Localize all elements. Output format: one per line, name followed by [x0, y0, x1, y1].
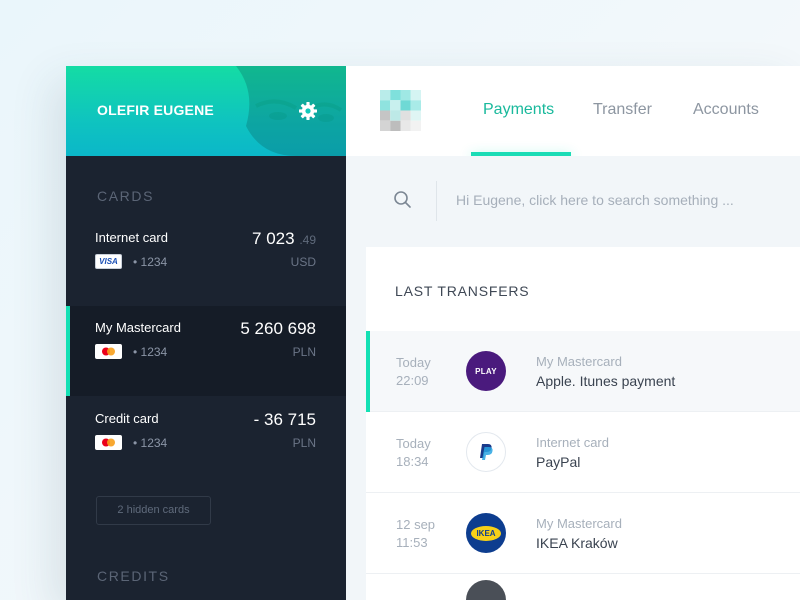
- card-currency: PLN: [292, 436, 316, 450]
- paypal-logo-icon: [466, 432, 506, 472]
- transfer-row[interactable]: Today 22:09 PLAY My Mastercard Apple. It…: [366, 331, 800, 412]
- card-name: Internet card: [95, 230, 168, 245]
- profile-header: OLEFIR EUGENE: [66, 66, 346, 156]
- credits-section-label: CREDITS: [97, 568, 170, 584]
- transfer-day: Today: [396, 436, 431, 451]
- transfer-description: IKEA Kraków: [536, 535, 618, 551]
- search-input[interactable]: [456, 186, 786, 214]
- panel-title: LAST TRANSFERS: [395, 283, 530, 299]
- card-balance: - 36 715: [253, 410, 316, 429]
- tab-payments[interactable]: Payments: [483, 101, 554, 119]
- mastercard-icon: [95, 435, 122, 450]
- avatar: [236, 66, 346, 156]
- card-number: • 1234: [133, 436, 168, 450]
- banking-app: OLEFIR EUGENE CARDS Internet card 7 023 …: [66, 66, 800, 600]
- tab-accounts[interactable]: Accounts: [693, 101, 759, 119]
- transfer-source: My Mastercard: [536, 516, 622, 531]
- card-currency: USD: [290, 255, 316, 269]
- play-logo-icon: PLAY: [466, 351, 506, 391]
- transfer-logo-icon: [466, 580, 506, 600]
- transfer-description: Apple. Itunes payment: [536, 373, 676, 389]
- gear-icon[interactable]: [298, 101, 318, 121]
- last-transfers-panel: LAST TRANSFERS Today 22:09 PLAY My Maste…: [366, 247, 800, 600]
- transfer-source: My Mastercard: [536, 354, 622, 369]
- card-item-credit[interactable]: Credit card - 36 715 • 1234 PLN: [66, 397, 346, 487]
- card-name: Credit card: [95, 411, 159, 426]
- tab-transfer[interactable]: Transfer: [593, 101, 652, 119]
- card-item-mastercard[interactable]: My Mastercard 5 260 698 • 1234 PLN: [66, 306, 346, 396]
- card-item-internet[interactable]: Internet card 7 023 .49 VISA • 1234 USD: [66, 216, 346, 306]
- search-icon[interactable]: [393, 190, 413, 210]
- transfer-time: 22:09: [396, 373, 429, 388]
- cards-section-label: CARDS: [97, 188, 155, 204]
- transfer-time: 11:53: [396, 535, 428, 550]
- card-name: My Mastercard: [95, 320, 181, 335]
- ikea-logo-icon: IKEA: [466, 513, 506, 553]
- card-currency: PLN: [292, 345, 316, 359]
- transfer-source: Internet card: [536, 435, 609, 450]
- transfer-day: Today: [396, 355, 431, 370]
- user-name: OLEFIR EUGENE: [97, 102, 214, 118]
- transfer-row[interactable]: Today 18:34 Internet card PayPal: [366, 412, 800, 493]
- sidebar: OLEFIR EUGENE CARDS Internet card 7 023 …: [66, 66, 346, 600]
- transfer-row[interactable]: 12 sep 11:53 IKEA My Mastercard IKEA Kra…: [366, 493, 800, 574]
- transfer-day: 12 sep: [396, 517, 436, 532]
- pixel-logo-icon[interactable]: [380, 90, 421, 131]
- top-nav: Payments Transfer Accounts ​: [346, 66, 800, 156]
- search-bar: [346, 156, 800, 246]
- visa-icon: VISA: [95, 254, 122, 269]
- card-balance: 7 023 .49: [252, 229, 316, 248]
- transfer-time: 18:34: [396, 454, 429, 469]
- card-number: • 1234: [133, 255, 168, 269]
- card-balance: 5 260 698: [240, 319, 316, 338]
- hidden-cards-button[interactable]: 2 hidden cards: [96, 496, 211, 525]
- mastercard-icon: [95, 344, 122, 359]
- search-divider: [436, 181, 437, 221]
- card-number: • 1234: [133, 345, 168, 359]
- transfer-description: PayPal: [536, 454, 581, 470]
